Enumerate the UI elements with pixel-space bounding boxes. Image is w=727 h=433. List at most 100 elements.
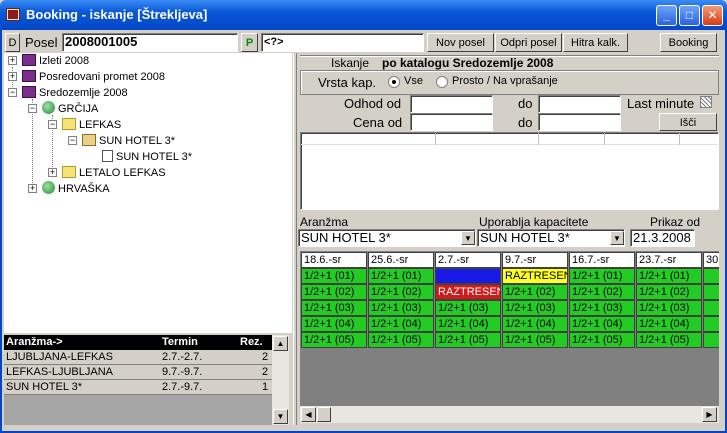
schedule-cell[interactable]: 1/2+1 (05) xyxy=(435,332,501,348)
collapse-icon[interactable]: − xyxy=(28,104,37,113)
schedule-cell[interactable]: 1/2+1 (03) xyxy=(368,300,434,316)
schedule-cell[interactable]: 1/2+1 (05) xyxy=(502,332,568,348)
schedule-cell[interactable] xyxy=(703,268,719,284)
scroll-thumb[interactable] xyxy=(317,407,331,422)
cell-aranzma: LJUBLJANA-LEFKAS xyxy=(6,351,113,363)
posel-input[interactable]: 2008001005 xyxy=(62,33,238,52)
expand-icon[interactable]: + xyxy=(8,72,17,81)
book-icon xyxy=(22,86,36,98)
schedule-cell[interactable]: 1/2+1 (03) xyxy=(301,300,367,316)
collapse-icon[interactable]: − xyxy=(48,120,57,129)
table-row[interactable]: SUN HOTEL 3* 2.7.-9.7. 1 xyxy=(4,380,272,395)
odpri-posel-button[interactable]: Odpri posel xyxy=(495,33,562,52)
tree-item[interactable]: − LEFKAS xyxy=(48,117,121,133)
odhod-od-input[interactable] xyxy=(410,95,493,113)
schedule-cell[interactable]: 1/2+1 (05) xyxy=(636,332,702,348)
cell-termin: 2.7.-2.7. xyxy=(162,351,203,363)
schedule-grid[interactable]: 18.6.-sr 25.6.-sr 2.7.-sr 9.7.-sr 16.7.-sr 23… xyxy=(300,251,719,406)
nov-posel-button[interactable]: Nov posel xyxy=(427,33,494,52)
vertical-splitter[interactable] xyxy=(293,53,297,425)
schedule-cell[interactable]: 1/2+1 (04) xyxy=(502,316,568,332)
tree-item[interactable]: − GRČIJA xyxy=(28,101,98,117)
chevron-down-icon[interactable]: ▼ xyxy=(610,231,624,245)
schedule-cell[interactable] xyxy=(435,268,501,284)
schedule-cell[interactable] xyxy=(703,332,719,348)
tree-item[interactable]: − Sredozemlje 2008 xyxy=(8,85,128,101)
booking-button[interactable]: Booking xyxy=(660,33,717,52)
schedule-cell[interactable]: 1/2+1 (05) xyxy=(368,332,434,348)
table-row[interactable]: LJUBLJANA-LEFKAS 2.7.-2.7. 2 xyxy=(4,350,272,365)
schedule-cell[interactable]: 1/2+1 (04) xyxy=(301,316,367,332)
cena-od-input[interactable] xyxy=(410,113,493,131)
schedule-cell[interactable]: 1/2+1 (04) xyxy=(569,316,635,332)
d-button[interactable]: D xyxy=(5,33,20,52)
schedule-cell[interactable]: RAZTRESEN xyxy=(502,268,568,284)
results-list[interactable] xyxy=(300,132,719,210)
schedule-cell[interactable]: 1/2+1 (02) xyxy=(569,284,635,300)
tree-item[interactable]: SUN HOTEL 3* xyxy=(102,149,192,165)
schedule-cell[interactable]: 1/2+1 (05) xyxy=(301,332,367,348)
schedule-cell[interactable]: 1/2+1 (03) xyxy=(502,300,568,316)
tree-item[interactable]: + Izleti 2008 xyxy=(8,53,89,69)
schedule-cell[interactable]: 1/2+1 (01) xyxy=(569,268,635,284)
prikaz-od-input[interactable]: 21.3.2008 xyxy=(630,229,695,247)
radio-prosto[interactable] xyxy=(436,76,448,88)
expand-icon[interactable]: + xyxy=(28,184,37,193)
tree-item[interactable]: + Posredovani promet 2008 xyxy=(8,69,165,85)
schedule-cell[interactable]: 1/2+1 (02) xyxy=(502,284,568,300)
tree-item[interactable]: + LETALO LEFKAS xyxy=(48,165,166,181)
scroll-down-icon[interactable]: ▼ xyxy=(273,409,288,424)
chevron-down-icon[interactable]: ▼ xyxy=(461,231,475,245)
scroll-up-icon[interactable]: ▲ xyxy=(273,336,288,351)
schedule-cell[interactable] xyxy=(703,284,719,300)
schedule-cell[interactable]: 1/2+1 (02) xyxy=(636,284,702,300)
uporablja-select-value: SUN HOTEL 3* xyxy=(480,230,570,245)
schedule-cell[interactable] xyxy=(703,300,719,316)
expand-icon[interactable]: + xyxy=(48,168,57,177)
filter-input[interactable]: <?> xyxy=(261,33,424,52)
expand-icon[interactable]: + xyxy=(8,56,17,65)
schedule-cell[interactable] xyxy=(703,316,719,332)
tree-item[interactable]: − SUN HOTEL 3* xyxy=(68,133,175,149)
schedule-column-header: 9.7.-sr xyxy=(502,252,568,268)
catalog-tree[interactable]: + Izleti 2008 + Posredovani promet 2008 … xyxy=(4,53,292,333)
schedule-cell[interactable]: RAZTRESEN xyxy=(435,284,501,300)
schedule-cell[interactable]: 1/2+1 (01) xyxy=(301,268,367,284)
collapse-icon[interactable]: − xyxy=(8,88,17,97)
iskanje-label: Iskanje xyxy=(331,56,370,70)
schedule-cell[interactable]: 1/2+1 (01) xyxy=(368,268,434,284)
cena-do-input[interactable] xyxy=(538,113,621,131)
maximize-button[interactable]: □ xyxy=(679,5,700,26)
schedule-cell[interactable]: 1/2+1 (01) xyxy=(636,268,702,284)
aranzma-select[interactable]: SUN HOTEL 3* ▼ xyxy=(298,229,476,247)
schedule-cell[interactable]: 1/2+1 (04) xyxy=(435,316,501,332)
schedule-cell[interactable]: 1/2+1 (03) xyxy=(569,300,635,316)
table-header: Aranžma-> Termin Rez. xyxy=(4,335,272,350)
hitra-kalk-button[interactable]: Hitra kalk. xyxy=(563,33,628,52)
p-button[interactable]: P xyxy=(241,33,258,52)
collapse-icon[interactable]: − xyxy=(68,136,77,145)
odhod-do-input[interactable] xyxy=(538,95,621,113)
tree-item-label: HRVAŠKA xyxy=(58,183,110,195)
minimize-button[interactable]: _ xyxy=(656,5,677,26)
scroll-left-icon[interactable]: ◀ xyxy=(301,407,316,422)
schedule-column-header: 25.6.-sr xyxy=(368,252,434,268)
uporablja-select[interactable]: SUN HOTEL 3* ▼ xyxy=(477,229,625,247)
last-minute-checkbox[interactable] xyxy=(700,96,712,108)
table-scrollbar[interactable]: ▲ ▼ xyxy=(272,335,289,425)
table-row[interactable]: LEFKAS-LJUBLJANA 9.7.-9.7. 2 xyxy=(4,365,272,380)
schedule-cell[interactable]: 1/2+1 (05) xyxy=(569,332,635,348)
schedule-cell[interactable]: 1/2+1 (03) xyxy=(636,300,702,316)
schedule-cell[interactable]: 1/2+1 (02) xyxy=(301,284,367,300)
isci-button[interactable]: Išči xyxy=(659,113,717,131)
schedule-cell[interactable]: 1/2+1 (04) xyxy=(636,316,702,332)
tree-item[interactable]: + HRVAŠKA xyxy=(28,181,110,197)
scroll-right-icon[interactable]: ▶ xyxy=(702,407,717,422)
close-button[interactable]: ✕ xyxy=(702,5,723,26)
schedule-cell[interactable]: 1/2+1 (02) xyxy=(368,284,434,300)
schedule-scrollbar[interactable]: ◀ ▶ xyxy=(300,406,719,423)
schedule-cell[interactable]: 1/2+1 (03) xyxy=(435,300,501,316)
schedule-cell[interactable]: 1/2+1 (04) xyxy=(368,316,434,332)
radio-vse[interactable] xyxy=(388,76,400,88)
col-header-termin: Termin xyxy=(162,336,198,348)
